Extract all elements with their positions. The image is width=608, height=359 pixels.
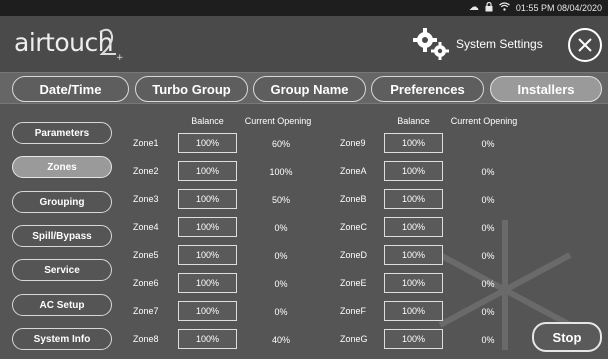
balance-input[interactable]: 100% (178, 217, 237, 237)
sidebar-item-spill-bypass[interactable]: Spill/Bypass (12, 225, 112, 247)
wifi-icon (499, 2, 510, 14)
balance-input[interactable]: 100% (384, 273, 443, 293)
sidebar-item-parameters[interactable]: Parameters (12, 122, 112, 144)
opening-value: 0% (274, 223, 288, 233)
opening-header-right: Current Opening (450, 116, 518, 126)
balance-input[interactable]: 100% (178, 273, 237, 293)
balance-input[interactable]: 100% (178, 245, 237, 265)
stop-button[interactable]: Stop (532, 322, 602, 352)
zone-name: Zone4 (133, 222, 159, 232)
opening-value: 0% (481, 307, 495, 317)
zone-name: ZoneF (340, 306, 367, 316)
cloud-icon: ☁ (468, 2, 479, 13)
opening-header-left: Current Opening (244, 116, 312, 126)
page-title: System Settings (456, 37, 543, 51)
zone-name: ZoneE (340, 278, 367, 288)
settings-heading: System Settings (412, 26, 543, 62)
zone-name: Zone5 (133, 250, 159, 260)
opening-value: 40% (271, 335, 290, 345)
sidebar-item-zones[interactable]: Zones (12, 156, 112, 178)
balance-header-left: Balance (191, 116, 224, 126)
lock-icon (485, 1, 493, 15)
balance-header-right: Balance (397, 116, 430, 126)
gears-icon (413, 28, 449, 60)
zone-name: ZoneD (340, 250, 368, 260)
zone-name: Zone9 (340, 138, 366, 148)
svg-text:+: + (116, 53, 124, 62)
opening-value: 0% (481, 335, 495, 345)
tab-group-name[interactable]: Group Name (253, 76, 366, 102)
balance-input[interactable]: 100% (178, 133, 237, 153)
zone-name: ZoneC (340, 222, 368, 232)
balance-input[interactable]: 100% (384, 245, 443, 265)
zone-name: ZoneB (340, 194, 367, 204)
balance-input[interactable]: 100% (178, 301, 237, 321)
opening-value: 0% (274, 279, 288, 289)
tab-date-time[interactable]: Date/Time (12, 76, 129, 102)
balance-input[interactable]: 100% (178, 329, 237, 349)
opening-value: 60% (271, 139, 290, 149)
opening-value: 0% (481, 195, 495, 205)
opening-value: 0% (481, 139, 495, 149)
zone-name: Zone3 (133, 194, 159, 204)
balance-input[interactable]: 100% (384, 217, 443, 237)
tab-bar: Date/Time Turbo Group Group Name Prefere… (0, 72, 608, 104)
sidebar-item-service[interactable]: Service (12, 259, 112, 281)
tab-preferences[interactable]: Preferences (371, 76, 484, 102)
opening-value: 100% (269, 167, 293, 177)
sidebar-item-ac-setup[interactable]: AC Setup (12, 294, 112, 316)
balance-input[interactable]: 100% (384, 189, 443, 209)
opening-value: 0% (274, 307, 288, 317)
balance-input[interactable]: 100% (384, 133, 443, 153)
zone-name: Zone8 (133, 334, 159, 344)
balance-input[interactable]: 100% (178, 189, 237, 209)
opening-value: 0% (481, 279, 495, 289)
close-button[interactable] (568, 28, 602, 62)
balance-input[interactable]: 100% (384, 329, 443, 349)
balance-input[interactable]: 100% (384, 301, 443, 321)
zone-name: Zone7 (133, 306, 159, 316)
opening-value: 0% (481, 251, 495, 261)
opening-value: 0% (481, 167, 495, 177)
balance-input[interactable]: 100% (384, 161, 443, 181)
close-icon (578, 38, 592, 52)
zone-name: ZoneG (340, 334, 368, 344)
app-header: airtouch + System Settings (0, 16, 608, 72)
status-datetime: 01:55 PM 08/04/2020 (515, 3, 602, 13)
sidebar-item-grouping[interactable]: Grouping (12, 191, 112, 213)
opening-value: 50% (271, 195, 290, 205)
logo-mark-icon: + (99, 28, 124, 62)
tab-turbo-group[interactable]: Turbo Group (135, 76, 248, 102)
zone-name: Zone2 (133, 166, 159, 176)
zone-name: ZoneA (340, 166, 367, 176)
opening-value: 0% (481, 223, 495, 233)
status-bar: ☁ 01:55 PM 08/04/2020 (0, 0, 608, 16)
zone-name: Zone6 (133, 278, 159, 288)
tab-installers[interactable]: Installers (490, 76, 602, 102)
sidebar-item-system-info[interactable]: System Info (12, 328, 112, 350)
balance-input[interactable]: 100% (178, 161, 237, 181)
zone-name: Zone1 (133, 138, 159, 148)
opening-value: 0% (274, 251, 288, 261)
